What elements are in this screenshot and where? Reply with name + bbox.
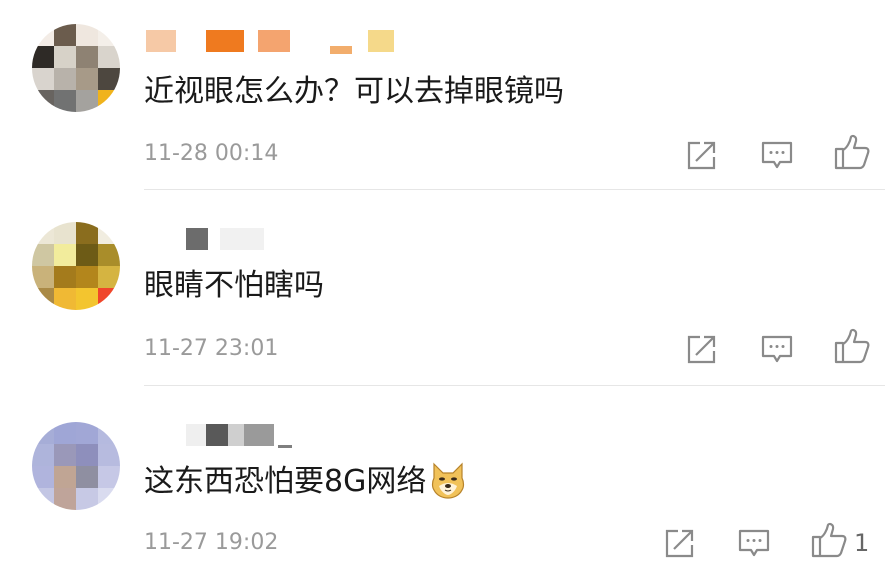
comment-text: 近视眼怎么办？可以去掉眼镜吗: [144, 74, 564, 109]
comment-time: 11-28 00:14: [144, 141, 279, 166]
comment-time: 11-27 23:01: [144, 336, 279, 361]
comment-icon[interactable]: [761, 140, 793, 170]
like-count: 1: [854, 529, 870, 557]
avatar[interactable]: [32, 24, 120, 112]
comment-icon[interactable]: [761, 334, 793, 364]
thumbs-up-icon[interactable]: [811, 522, 847, 558]
username-blurred[interactable]: [146, 422, 416, 448]
comment-item: 近视眼怎么办？可以去掉眼镜吗 11-28 00:14: [0, 0, 885, 190]
comment-text: 眼睛不怕瞎吗: [144, 268, 324, 303]
share-icon[interactable]: [664, 528, 696, 558]
username-blurred[interactable]: [146, 226, 416, 252]
avatar[interactable]: [32, 422, 120, 510]
share-icon[interactable]: [686, 334, 718, 364]
thumbs-up-icon[interactable]: [834, 328, 870, 364]
thumbs-up-icon[interactable]: [834, 134, 870, 170]
avatar[interactable]: [32, 222, 120, 310]
doge-emoji: [428, 460, 468, 500]
comment-icon[interactable]: [738, 528, 770, 558]
username-blurred[interactable]: [146, 28, 416, 54]
comment-item: 这东西恐怕要8G网络 11-27 19:02 1: [0, 386, 885, 573]
share-icon[interactable]: [686, 140, 718, 170]
comment-time: 11-27 19:02: [144, 530, 279, 555]
comment-item: 眼睛不怕瞎吗 11-27 23:01: [0, 190, 885, 386]
comment-text-content: 这东西恐怕要8G网络: [144, 464, 427, 499]
comment-text: 这东西恐怕要8G网络: [144, 462, 468, 502]
